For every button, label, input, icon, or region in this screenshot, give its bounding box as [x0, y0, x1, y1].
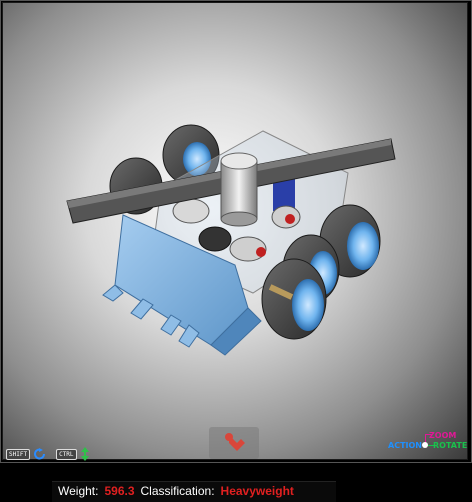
3d-viewport[interactable] — [2, 2, 468, 460]
spinner-hub — [220, 160, 258, 220]
action-label: ACTION — [388, 441, 422, 450]
navigation-legend: ZOOM ACTION ROTATE — [385, 430, 468, 456]
tool-button[interactable] — [209, 427, 259, 459]
wheel-front-right — [261, 258, 327, 340]
ctrl-key-label: CTRL — [56, 448, 77, 460]
classification-label: Classification: — [140, 484, 215, 498]
robot-model[interactable] — [3, 3, 468, 460]
robot-stats: Weight: 596.3 Classification: Heavyweigh… — [58, 484, 294, 498]
rotate-icon[interactable] — [33, 448, 47, 460]
weight-label: Weight: — [58, 484, 99, 498]
classification-value: Heavyweight — [220, 484, 294, 498]
shift-key-label: SHIFT — [6, 448, 31, 460]
weight-value: 596.3 — [104, 484, 135, 498]
keyboard-hints: SHIFT CTRL — [6, 447, 90, 461]
zoom-label: ZOOM — [429, 431, 457, 440]
tool-wrench-icon — [225, 433, 245, 451]
rotate-label: ROTATE — [433, 441, 468, 450]
move-vertical-icon[interactable] — [80, 447, 90, 461]
